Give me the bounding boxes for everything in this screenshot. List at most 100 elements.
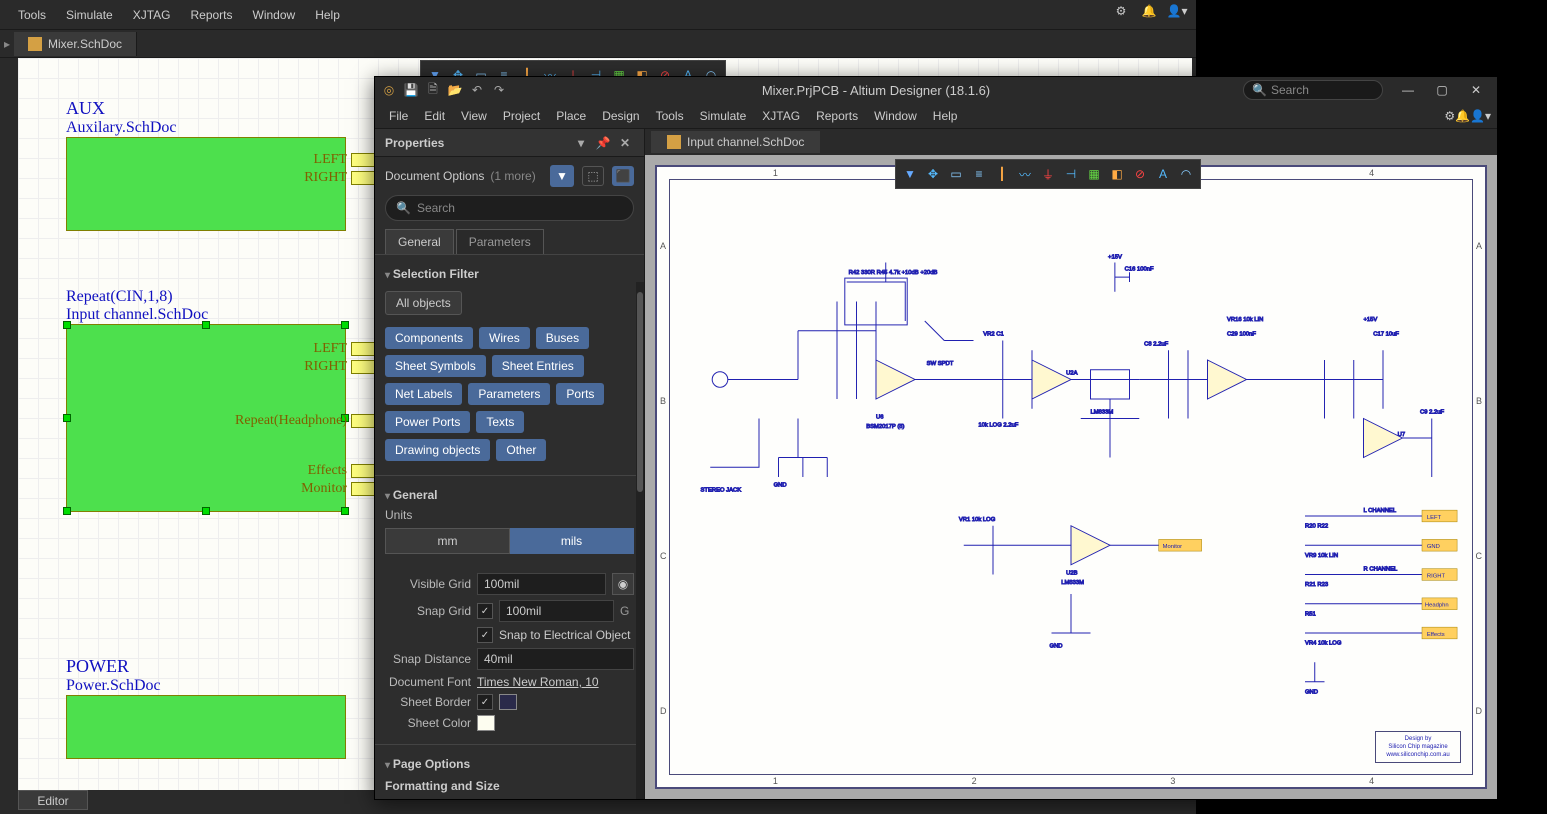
snap-electrical-check[interactable]: ✓: [477, 627, 493, 643]
chip-parameters[interactable]: Parameters: [468, 383, 550, 405]
user-icon[interactable]: 👤▾: [1470, 109, 1491, 123]
folder-icon[interactable]: 📂: [445, 80, 465, 100]
chip-texts[interactable]: Texts: [476, 411, 524, 433]
close-button[interactable]: ✕: [1459, 77, 1493, 103]
bg-menu-reports[interactable]: Reports: [180, 4, 242, 26]
visible-grid-input[interactable]: 100mil: [477, 573, 606, 595]
snap-grid-check[interactable]: ✓: [477, 603, 493, 619]
circuit-drawing[interactable]: STEREO JACK GND U6 BSM2017P (8): [681, 191, 1461, 763]
bell-icon[interactable]: 🔔: [1138, 4, 1160, 26]
place-arc-icon[interactable]: ◠: [1175, 163, 1197, 185]
bg-menu-xjtag[interactable]: XJTAG: [123, 4, 181, 26]
panel-search[interactable]: 🔍 Search: [385, 195, 634, 221]
power-body[interactable]: [66, 695, 346, 759]
selection-mode-1[interactable]: ⬚: [582, 166, 604, 186]
visible-grid-toggle[interactable]: ◉: [612, 573, 634, 595]
menu-view[interactable]: View: [453, 106, 495, 126]
bg-menu-simulate[interactable]: Simulate: [56, 4, 123, 26]
menu-design[interactable]: Design: [594, 106, 647, 126]
sheet-color[interactable]: [477, 715, 495, 731]
menu-file[interactable]: File: [381, 106, 416, 126]
status-editor[interactable]: Editor: [18, 790, 88, 810]
sheet-symbol-cin[interactable]: Repeat(CIN,1,8) Input channel.SchDoc LEF…: [66, 288, 346, 512]
user-icon[interactable]: 👤▾: [1166, 4, 1188, 26]
bg-tab-mixer[interactable]: Mixer.SchDoc: [14, 32, 137, 56]
menu-xjtag[interactable]: XJTAG: [754, 106, 808, 126]
open-icon[interactable]: 🗎: [423, 80, 443, 100]
chip-components[interactable]: Components: [385, 327, 473, 349]
aux-body[interactable]: LEFT RIGHT: [66, 137, 346, 231]
menu-window[interactable]: Window: [866, 106, 925, 126]
undo-icon[interactable]: ↶: [467, 80, 487, 100]
doc-font-value[interactable]: Times New Roman, 10: [477, 675, 634, 689]
panel-dropdown-icon[interactable]: ▾: [572, 134, 590, 152]
panel-pin-icon[interactable]: 📌: [594, 134, 612, 152]
doc-tab-input-channel[interactable]: Input channel.SchDoc: [651, 131, 820, 153]
chip-ports[interactable]: Ports: [556, 383, 604, 405]
filter-funnel-button[interactable]: ▼: [550, 165, 574, 187]
sheet-border-check[interactable]: ✓: [477, 694, 493, 710]
panel-scrollbar[interactable]: [636, 282, 644, 799]
place-wire-icon[interactable]: 〰: [1014, 163, 1036, 185]
bell-icon[interactable]: 🔔: [1455, 109, 1470, 123]
snap-distance-input[interactable]: 40mil: [477, 648, 634, 670]
section-title[interactable]: Selection Filter: [385, 263, 634, 285]
menu-help[interactable]: Help: [925, 106, 966, 126]
chip-all-objects[interactable]: All objects: [385, 291, 462, 315]
funnel-icon[interactable]: ▼: [899, 163, 921, 185]
unit-mils[interactable]: mils: [510, 528, 634, 554]
chip-buses[interactable]: Buses: [536, 327, 589, 349]
app-logo-icon[interactable]: ◎: [379, 80, 399, 100]
doc-options-more[interactable]: (1 more): [490, 169, 535, 183]
tab-pin-icon[interactable]: ▸: [0, 30, 14, 58]
selection-mode-2[interactable]: ⬛: [612, 166, 634, 186]
port-pin[interactable]: [351, 414, 375, 428]
menu-reports[interactable]: Reports: [808, 106, 866, 126]
port-pin[interactable]: [351, 482, 375, 496]
sheet-border-color[interactable]: [499, 694, 517, 710]
snap-grid-input[interactable]: 100mil: [499, 600, 614, 622]
bg-menu-window[interactable]: Window: [243, 4, 306, 26]
chip-net-labels[interactable]: Net Labels: [385, 383, 462, 405]
gear-icon[interactable]: ⚙: [1444, 109, 1455, 123]
cin-body[interactable]: LEFT RIGHT Repeat(Headphone) Effects Mon…: [66, 324, 346, 512]
place-text-icon[interactable]: A: [1152, 163, 1174, 185]
sheet-symbol-power[interactable]: POWER Power.SchDoc: [66, 656, 346, 759]
align-icon[interactable]: ≡: [968, 163, 990, 185]
section-title[interactable]: Page Options: [385, 753, 634, 775]
minimize-button[interactable]: —: [1391, 77, 1425, 103]
chip-wires[interactable]: Wires: [479, 327, 530, 349]
chip-sheet-entries[interactable]: Sheet Entries: [492, 355, 584, 377]
save-icon[interactable]: 💾: [401, 80, 421, 100]
menu-place[interactable]: Place: [548, 106, 594, 126]
chip-sheet-symbols[interactable]: Sheet Symbols: [385, 355, 486, 377]
menu-tools[interactable]: Tools: [648, 106, 692, 126]
redo-icon[interactable]: ↷: [489, 80, 509, 100]
place-part-icon[interactable]: ┃: [991, 163, 1013, 185]
place-noerror-icon[interactable]: ⊘: [1129, 163, 1151, 185]
port-pin[interactable]: [351, 153, 375, 167]
panel-header[interactable]: Properties ▾ 📌 ✕: [375, 129, 644, 157]
panel-close-icon[interactable]: ✕: [616, 134, 634, 152]
gear-icon[interactable]: ⚙: [1110, 4, 1132, 26]
place-sheet-icon[interactable]: ▦: [1083, 163, 1105, 185]
sheet-symbol-aux[interactable]: AUX Auxilary.SchDoc LEFT RIGHT: [66, 98, 346, 231]
tab-general[interactable]: General: [385, 229, 454, 254]
port-pin[interactable]: [351, 464, 375, 478]
port-pin[interactable]: [351, 171, 375, 185]
menu-edit[interactable]: Edit: [416, 106, 453, 126]
bg-menu-tools[interactable]: Tools: [8, 4, 56, 26]
schematic-sheet[interactable]: 1 2 3 4 1 2 3 4 A B C D A B C D: [655, 165, 1487, 789]
place-gnd-icon[interactable]: ⏚: [1037, 163, 1059, 185]
menu-project[interactable]: Project: [495, 106, 548, 126]
select-icon[interactable]: ▭: [945, 163, 967, 185]
schematic-toolbar[interactable]: ▼ ✥ ▭ ≡ ┃ 〰 ⏚ ⊣ ▦ ◧ ⊘ A ◠: [895, 159, 1201, 189]
place-port-icon[interactable]: ◧: [1106, 163, 1128, 185]
bg-menu-help[interactable]: Help: [305, 4, 350, 26]
section-title[interactable]: General: [385, 484, 634, 506]
place-netlabel-icon[interactable]: ⊣: [1060, 163, 1082, 185]
port-pin[interactable]: [351, 360, 375, 374]
maximize-button[interactable]: ▢: [1425, 77, 1459, 103]
menu-simulate[interactable]: Simulate: [692, 106, 755, 126]
chip-power-ports[interactable]: Power Ports: [385, 411, 470, 433]
